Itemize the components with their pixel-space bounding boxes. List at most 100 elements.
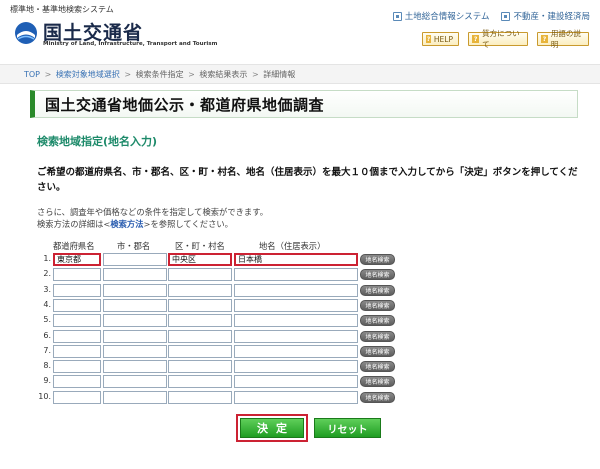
header-place: 地名（住居表示） — [259, 241, 326, 251]
help-label: HELP — [433, 34, 453, 44]
ward-input[interactable] — [168, 298, 232, 312]
ward-input[interactable] — [168, 344, 232, 358]
decide-highlight: 決定 — [236, 414, 308, 442]
page-title: 国土交通省地価公示・都道府県地価調査 — [45, 96, 325, 114]
external-links: 土地総合情報システム 不動産・建設経済局 — [392, 10, 590, 22]
prefecture-input[interactable] — [53, 298, 101, 312]
place-input[interactable] — [234, 268, 358, 282]
place-input[interactable] — [234, 314, 358, 328]
table-row: 4. 地名検索 — [32, 298, 397, 312]
breadcrumb: TOP > 検索対象地域選択 > 検索条件指定 > 検索結果表示 > 詳細情報 — [24, 69, 295, 80]
place-lookup-button[interactable]: 地名検索 — [360, 376, 395, 388]
breadcrumb-top[interactable]: TOP — [24, 70, 40, 79]
place-input[interactable] — [234, 360, 358, 374]
link-label: 土地総合情報システム — [404, 12, 490, 22]
place-input[interactable] — [234, 283, 358, 297]
prefecture-input[interactable] — [53, 283, 101, 297]
place-lookup-button[interactable]: 地名検索 — [360, 391, 395, 403]
ward-input[interactable] — [168, 283, 232, 297]
ward-input[interactable] — [168, 268, 232, 282]
place-input[interactable] — [234, 344, 358, 358]
city-input[interactable] — [103, 314, 167, 328]
ward-input[interactable] — [168, 375, 232, 389]
place-input[interactable] — [234, 390, 358, 404]
city-input[interactable] — [103, 268, 167, 282]
place-input[interactable] — [234, 329, 358, 343]
question-icon: ? — [472, 35, 480, 43]
prefecture-input[interactable] — [53, 390, 101, 404]
question-icon: ? — [541, 35, 548, 43]
table-row: 10. 地名検索 — [32, 390, 397, 404]
prefecture-input[interactable]: 東京都 — [53, 253, 101, 266]
help-buttons: ? HELP ? 質方について ? 用語の説明 — [422, 29, 589, 49]
real-estate-bureau-link[interactable]: 不動産・建設経済局 — [501, 10, 590, 22]
prefecture-input[interactable] — [53, 375, 101, 389]
logo-english: Ministry of Land, Infrastructure, Transp… — [43, 41, 218, 47]
note-prefix: 検索方法の詳細は< — [37, 219, 111, 229]
help-button[interactable]: ? HELP — [422, 32, 459, 46]
search-method-link[interactable]: 検索方法 — [110, 219, 143, 229]
city-input[interactable] — [103, 253, 167, 266]
place-lookup-button[interactable]: 地名検索 — [360, 254, 395, 265]
city-input[interactable] — [103, 375, 167, 389]
city-input[interactable] — [103, 283, 167, 297]
breadcrumb-conditions: 検索条件指定 — [135, 70, 184, 79]
usage-button[interactable]: ? 質方について — [468, 29, 528, 49]
row-number: 10. — [38, 391, 51, 401]
prefecture-input[interactable] — [53, 344, 101, 358]
system-title: 標準地・基準地検索システム — [10, 5, 114, 14]
table-row: 7. 地名検索 — [32, 344, 397, 358]
place-input[interactable] — [234, 375, 358, 389]
ward-input[interactable] — [168, 390, 232, 404]
city-input[interactable] — [103, 360, 167, 374]
prefecture-input[interactable] — [53, 268, 101, 282]
land-info-system-link[interactable]: 土地総合情報システム — [392, 10, 490, 22]
place-lookup-button[interactable]: 地名検索 — [360, 269, 395, 281]
ward-input[interactable] — [168, 329, 232, 343]
breadcrumb-region-select[interactable]: 検索対象地域選択 — [56, 70, 120, 79]
city-input[interactable] — [103, 329, 167, 343]
window-icon — [501, 11, 511, 21]
ward-input[interactable]: 中央区 — [168, 253, 232, 266]
prefecture-input[interactable] — [53, 360, 101, 374]
table-row: 1. 東京都 中央区 日本橋 地名検索 — [32, 253, 397, 266]
place-input[interactable]: 日本橋 — [234, 253, 358, 266]
table-row: 3. 地名検索 — [32, 283, 397, 297]
note-text: さらに、調査年や価格などの条件を指定して検索ができます。 検索方法の詳細は<検索… — [37, 206, 268, 230]
row-number: 6. — [43, 330, 51, 340]
table-row: 8. 地名検索 — [32, 360, 397, 374]
place-lookup-button[interactable]: 地名検索 — [360, 299, 395, 311]
row-number: 8. — [43, 361, 51, 371]
ward-input[interactable] — [168, 360, 232, 374]
window-icon — [392, 11, 402, 21]
place-lookup-button[interactable]: 地名検索 — [360, 345, 395, 357]
city-input[interactable] — [103, 298, 167, 312]
place-lookup-button[interactable]: 地名検索 — [360, 284, 395, 296]
city-input[interactable] — [103, 390, 167, 404]
reset-button[interactable]: リセット — [314, 418, 381, 438]
place-lookup-button[interactable]: 地名検索 — [360, 361, 395, 373]
usage-label: 質方について — [482, 29, 520, 49]
note-line-1: さらに、調査年や価格などの条件を指定して検索ができます。 — [37, 207, 268, 217]
row-number: 1. — [43, 254, 51, 263]
prefecture-input[interactable] — [53, 329, 101, 343]
place-lookup-button[interactable]: 地名検索 — [360, 315, 395, 327]
note-suffix: >を参照してください。 — [143, 219, 233, 229]
ward-input[interactable] — [168, 314, 232, 328]
row-number: 7. — [43, 345, 51, 355]
glossary-label: 用語の説明 — [550, 29, 581, 49]
note-line-2: 検索方法の詳細は<検索方法>を参照してください。 — [37, 218, 268, 230]
row-number: 2. — [43, 269, 51, 279]
glossary-button[interactable]: ? 用語の説明 — [537, 29, 589, 49]
decide-button[interactable]: 決定 — [240, 418, 304, 438]
place-lookup-button[interactable]: 地名検索 — [360, 330, 395, 342]
header: 標準地・基準地検索システム 国土交通省 Ministry of Land, In… — [0, 0, 600, 58]
prefecture-input[interactable] — [53, 314, 101, 328]
breadcrumb-separator: > — [124, 70, 132, 79]
breadcrumb-results: 検索結果表示 — [199, 70, 248, 79]
header-prefecture: 都道府県名 — [53, 241, 95, 251]
instruction-text: ご希望の都道府県名、市・郡名、区・町・村名、地名（住居表示）を最大１０個まで入力… — [37, 167, 578, 193]
link-label: 不動産・建設経済局 — [513, 12, 590, 22]
city-input[interactable] — [103, 344, 167, 358]
place-input[interactable] — [234, 298, 358, 312]
